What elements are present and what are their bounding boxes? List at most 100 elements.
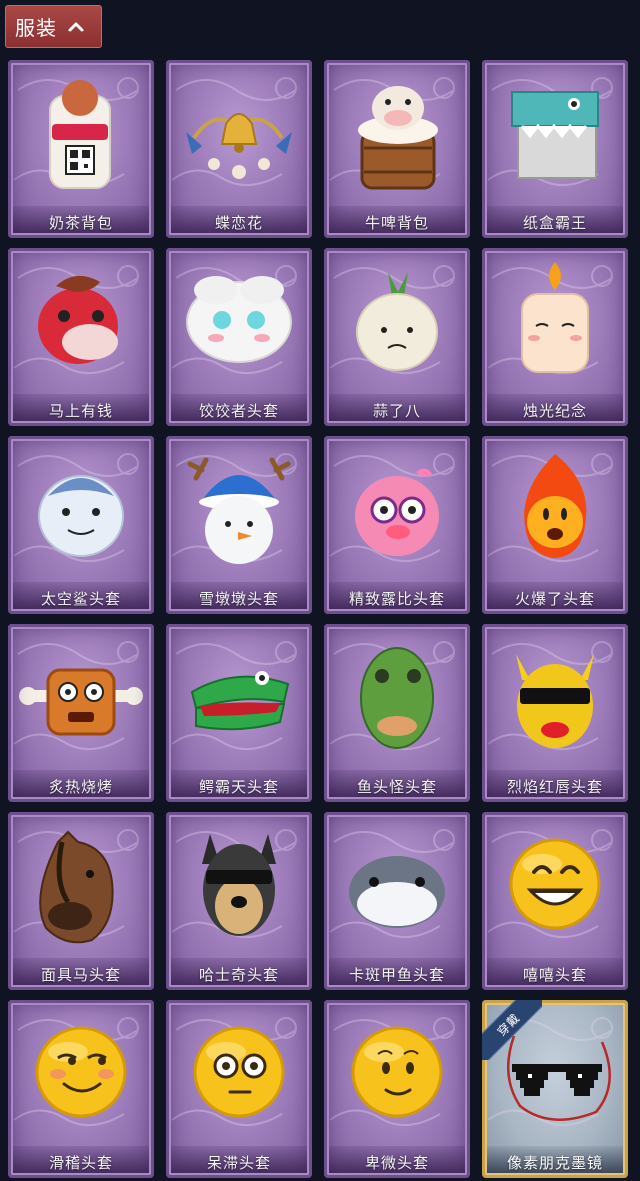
butterfly-bell-ornament-icon — [186, 113, 292, 179]
snowman-reindeer-head-icon — [187, 457, 291, 564]
cow-beer-barrel-icon — [358, 86, 438, 190]
costume-name: 面具马头套 — [40, 965, 121, 984]
horse-mask-icon — [39, 830, 114, 944]
costume-name-bar: 蝶恋花 — [166, 206, 312, 238]
costume-card[interactable]: 奶茶背包 — [8, 60, 154, 238]
costume-card[interactable]: 精致露比头套 — [324, 436, 470, 614]
costume-card[interactable]: 呆滞头套 — [166, 1000, 312, 1178]
costume-name-bar: 烈焰红唇头套 — [482, 770, 628, 802]
costume-card[interactable]: 鱼头怪头套 — [324, 624, 470, 802]
fire-spirit-head-icon — [524, 454, 587, 558]
costume-name: 滑稽头套 — [48, 1153, 113, 1172]
husky-sunglasses-head-icon — [202, 834, 276, 936]
grinning-emoji-head-icon — [509, 838, 601, 930]
costume-name: 雪墩墩头套 — [198, 589, 279, 608]
costume-name: 鳄霸天头套 — [198, 777, 279, 796]
costume-card[interactable]: 太空鲨头套 — [8, 436, 154, 614]
costume-name: 火爆了头套 — [514, 589, 595, 608]
costume-card[interactable]: 像素朋克墨镜 穿戴 — [482, 1000, 628, 1178]
costume-card[interactable]: 纸盒霸王 — [482, 60, 628, 238]
costume-card[interactable]: 卑微头套 — [324, 1000, 470, 1178]
costume-name-bar: 滑稽头套 — [8, 1146, 154, 1178]
costume-name-bar: 哈士奇头套 — [166, 958, 312, 990]
dumpling-head-icon — [186, 276, 292, 363]
costume-card[interactable]: 嘻嘻头套 — [482, 812, 628, 990]
costume-name: 鱼头怪头套 — [356, 777, 437, 796]
costume-card[interactable]: 马上有钱 — [8, 248, 154, 426]
humble-emoji-head-icon — [351, 1026, 443, 1118]
milk-tea-backpack-icon — [49, 80, 111, 189]
costume-card[interactable]: 雪墩墩头套 — [166, 436, 312, 614]
shark-head-icon — [38, 475, 124, 557]
costume-name-bar: 纸盒霸王 — [482, 206, 628, 238]
costume-name-bar: 像素朋克墨镜 — [482, 1146, 628, 1178]
costume-name-bar: 太空鲨头套 — [8, 582, 154, 614]
costume-name: 牛啤背包 — [364, 213, 429, 232]
costume-card[interactable]: 卡斑甲鱼头套 — [324, 812, 470, 990]
costume-card[interactable]: 哈士奇头套 — [166, 812, 312, 990]
costume-card[interactable]: 火爆了头套 — [482, 436, 628, 614]
costume-name: 马上有钱 — [48, 401, 113, 420]
costume-name: 嘻嘻头套 — [522, 965, 587, 984]
costume-name-bar: 鱼头怪头套 — [324, 770, 470, 802]
costume-name: 呆滞头套 — [206, 1153, 271, 1172]
costume-name: 炙热烧烤 — [48, 777, 113, 796]
costume-name-bar: 鳄霸天头套 — [166, 770, 312, 802]
costume-name-bar: 卡斑甲鱼头套 — [324, 958, 470, 990]
costume-name-bar: 雪墩墩头套 — [166, 582, 312, 614]
costume-name: 蝶恋花 — [214, 213, 263, 232]
costume-name: 蒜了八 — [372, 401, 421, 420]
crocodile-head-icon — [190, 671, 290, 731]
costume-name-bar: 炙热烧烤 — [8, 770, 154, 802]
costume-card[interactable]: 鳄霸天头套 — [166, 624, 312, 802]
costume-card[interactable]: 牛啤背包 — [324, 60, 470, 238]
costume-card[interactable]: 烈焰红唇头套 — [482, 624, 628, 802]
costume-name-bar: 卑微头套 — [324, 1146, 470, 1178]
blank-stare-emoji-head-icon — [193, 1026, 285, 1118]
costume-card[interactable]: 蒜了八 — [324, 248, 470, 426]
costume-name: 饺饺者头套 — [198, 401, 279, 420]
costume-card[interactable]: 滑稽头套 — [8, 1000, 154, 1178]
gray-fish-head-icon — [349, 856, 445, 928]
costume-name: 奶茶背包 — [48, 213, 113, 232]
category-title: 服装 — [15, 16, 57, 40]
costume-name: 卡斑甲鱼头套 — [348, 965, 445, 984]
costume-name-bar: 奶茶背包 — [8, 206, 154, 238]
costume-name: 纸盒霸王 — [522, 213, 587, 232]
garlic-head-icon — [356, 272, 438, 371]
costume-card[interactable]: 蝶恋花 — [166, 60, 312, 238]
wardrobe-screen: 服装 奶茶背包 蝶恋花 牛啤背包 纸盒霸王马上有钱 饺饺者头套 蒜了八 烛光纪念太空鲨头套 雪… — [0, 0, 640, 1181]
bbq-meat-head-icon — [19, 668, 143, 736]
costume-card[interactable]: 面具马头套 — [8, 812, 154, 990]
costume-name: 烛光纪念 — [522, 401, 587, 420]
costume-name-bar: 面具马头套 — [8, 958, 154, 990]
costume-name: 哈士奇头套 — [198, 965, 279, 984]
costume-card[interactable]: 饺饺者头套 — [166, 248, 312, 426]
cardboard-dinosaur-icon — [511, 91, 599, 179]
costume-category-toggle[interactable]: 服装 — [5, 5, 102, 48]
costume-name-bar: 牛啤背包 — [324, 206, 470, 238]
funny-emoji-head-icon — [35, 1026, 127, 1118]
pink-beaver-head-icon — [355, 468, 439, 556]
red-horse-head-icon — [38, 275, 118, 364]
costume-name-bar: 精致露比头套 — [324, 582, 470, 614]
costume-card[interactable]: 炙热烧烤 — [8, 624, 154, 802]
costume-name-bar: 火爆了头套 — [482, 582, 628, 614]
chevron-up-icon — [68, 22, 84, 31]
yellow-lips-sunglasses-head-icon — [516, 654, 594, 748]
costume-name: 卑微头套 — [364, 1153, 429, 1172]
costume-name-bar: 烛光纪念 — [482, 394, 628, 426]
costume-name-bar: 嘻嘻头套 — [482, 958, 628, 990]
costume-card[interactable]: 烛光纪念 — [482, 248, 628, 426]
equipped-badge: 穿戴 — [482, 1000, 542, 1060]
costume-name-bar: 饺饺者头套 — [166, 394, 312, 426]
costume-name: 精致露比头套 — [348, 589, 445, 608]
costume-name: 太空鲨头套 — [40, 589, 121, 608]
fish-head-mask-icon — [360, 647, 434, 749]
costume-name-bar: 呆滞头套 — [166, 1146, 312, 1178]
costume-name: 像素朋克墨镜 — [506, 1153, 603, 1172]
equipped-label: 穿戴 — [482, 1000, 542, 1060]
costume-name: 烈焰红唇头套 — [506, 777, 603, 796]
costume-name-bar: 马上有钱 — [8, 394, 154, 426]
costume-name-bar: 蒜了八 — [324, 394, 470, 426]
